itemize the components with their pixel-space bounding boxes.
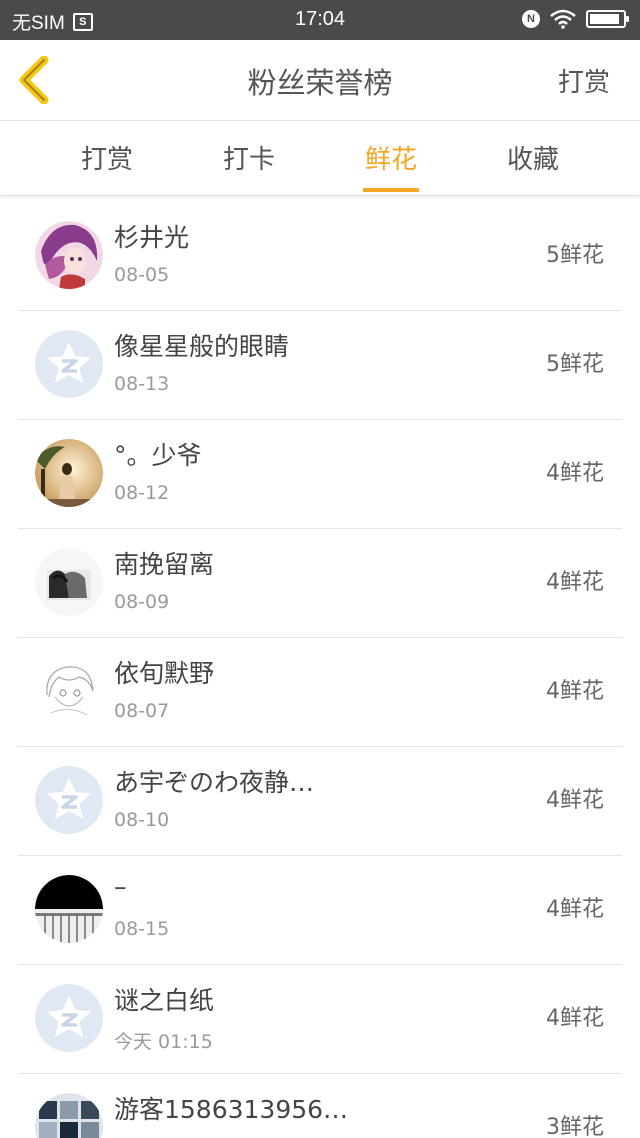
fan-name: 依旬默野 xyxy=(114,659,215,688)
battery-icon xyxy=(586,10,629,28)
flower-count: 3鲜花 xyxy=(546,1115,604,1138)
nav-bar: 粉丝荣誉榜 打赏 xyxy=(0,40,640,121)
fan-name: 游客1586313956… xyxy=(114,1095,349,1124)
fan-date: 08-09 xyxy=(114,591,170,613)
wifi-icon xyxy=(550,9,576,29)
list-item[interactable]: 南挽留离 08-09 4鲜花 xyxy=(18,529,622,638)
tab-favorites[interactable]: 收藏 xyxy=(473,121,593,195)
list-item[interactable]: あ宇ぞのわ夜静… 08-10 4鲜花 xyxy=(18,747,622,856)
avatar xyxy=(35,766,103,834)
fan-name: – xyxy=(114,872,127,901)
list-item[interactable]: °。少爷 08-12 4鲜花 xyxy=(18,420,622,529)
avatar xyxy=(35,548,103,616)
list-item[interactable]: 杉井光 08-05 5鲜花 xyxy=(18,202,622,311)
list-item[interactable]: 游客1586313956… 08-06 3鲜花 xyxy=(18,1074,622,1138)
reward-button[interactable]: 打赏 xyxy=(558,62,610,99)
fan-date: 08-12 xyxy=(114,482,170,504)
fan-name: 谜之白纸 xyxy=(114,986,215,1015)
tab-bar: 打赏 打卡 鲜花 收藏 xyxy=(0,121,640,196)
fan-date: 08-13 xyxy=(114,373,170,395)
fan-date: 08-15 xyxy=(114,918,170,940)
avatar xyxy=(35,221,103,289)
tab-label: 打赏 xyxy=(80,145,133,175)
list-item[interactable]: 像星星般的眼睛 08-13 5鲜花 xyxy=(18,311,622,420)
tab-flowers[interactable]: 鲜花 xyxy=(331,121,451,195)
avatar xyxy=(35,1093,103,1138)
fan-date: 今天 01:15 xyxy=(114,1031,213,1053)
battery-level xyxy=(590,14,619,24)
avatar xyxy=(35,875,103,943)
fan-date: 08-07 xyxy=(114,700,170,722)
tab-label: 收藏 xyxy=(506,145,559,175)
list-item[interactable]: 谜之白纸 今天 01:15 4鲜花 xyxy=(18,965,622,1074)
status-right: N xyxy=(522,9,629,29)
fan-name: 像星星般的眼睛 xyxy=(114,332,290,361)
flower-count: 4鲜花 xyxy=(546,679,604,704)
fan-name: 杉井光 xyxy=(114,223,190,252)
tab-reward[interactable]: 打赏 xyxy=(47,121,167,195)
list-item[interactable]: 依旬默野 08-07 4鲜花 xyxy=(18,638,622,747)
fan-date: 08-10 xyxy=(114,809,170,831)
fan-list: 杉井光 08-05 5鲜花 像星星般的眼睛 08-13 5鲜花 °。少爷 08-… xyxy=(0,202,640,1138)
flower-count: 4鲜花 xyxy=(546,570,604,595)
flower-count: 5鲜花 xyxy=(546,352,604,377)
avatar xyxy=(35,984,103,1052)
nfc-icon: N xyxy=(522,10,540,28)
fan-name: 南挽留离 xyxy=(114,550,215,579)
avatar xyxy=(35,330,103,398)
tab-label: 打卡 xyxy=(222,145,275,175)
fan-name: °。少爷 xyxy=(114,441,202,470)
fan-date: 08-05 xyxy=(114,264,170,286)
tab-checkin[interactable]: 打卡 xyxy=(189,121,309,195)
page-title: 粉丝荣誉榜 xyxy=(247,66,393,100)
fan-name: あ宇ぞのわ夜静… xyxy=(114,768,315,797)
tab-label: 鲜花 xyxy=(364,145,417,175)
flower-count: 5鲜花 xyxy=(546,243,604,268)
avatar xyxy=(35,439,103,507)
flower-count: 4鲜花 xyxy=(546,897,604,922)
status-bar: 无SIM S 17:04 N xyxy=(0,0,640,40)
flower-count: 4鲜花 xyxy=(546,788,604,813)
avatar xyxy=(35,657,103,725)
flower-count: 4鲜花 xyxy=(546,1006,604,1031)
active-tab-indicator xyxy=(363,188,419,192)
flower-count: 4鲜花 xyxy=(546,461,604,486)
list-item[interactable]: – 08-15 4鲜花 xyxy=(18,856,622,965)
